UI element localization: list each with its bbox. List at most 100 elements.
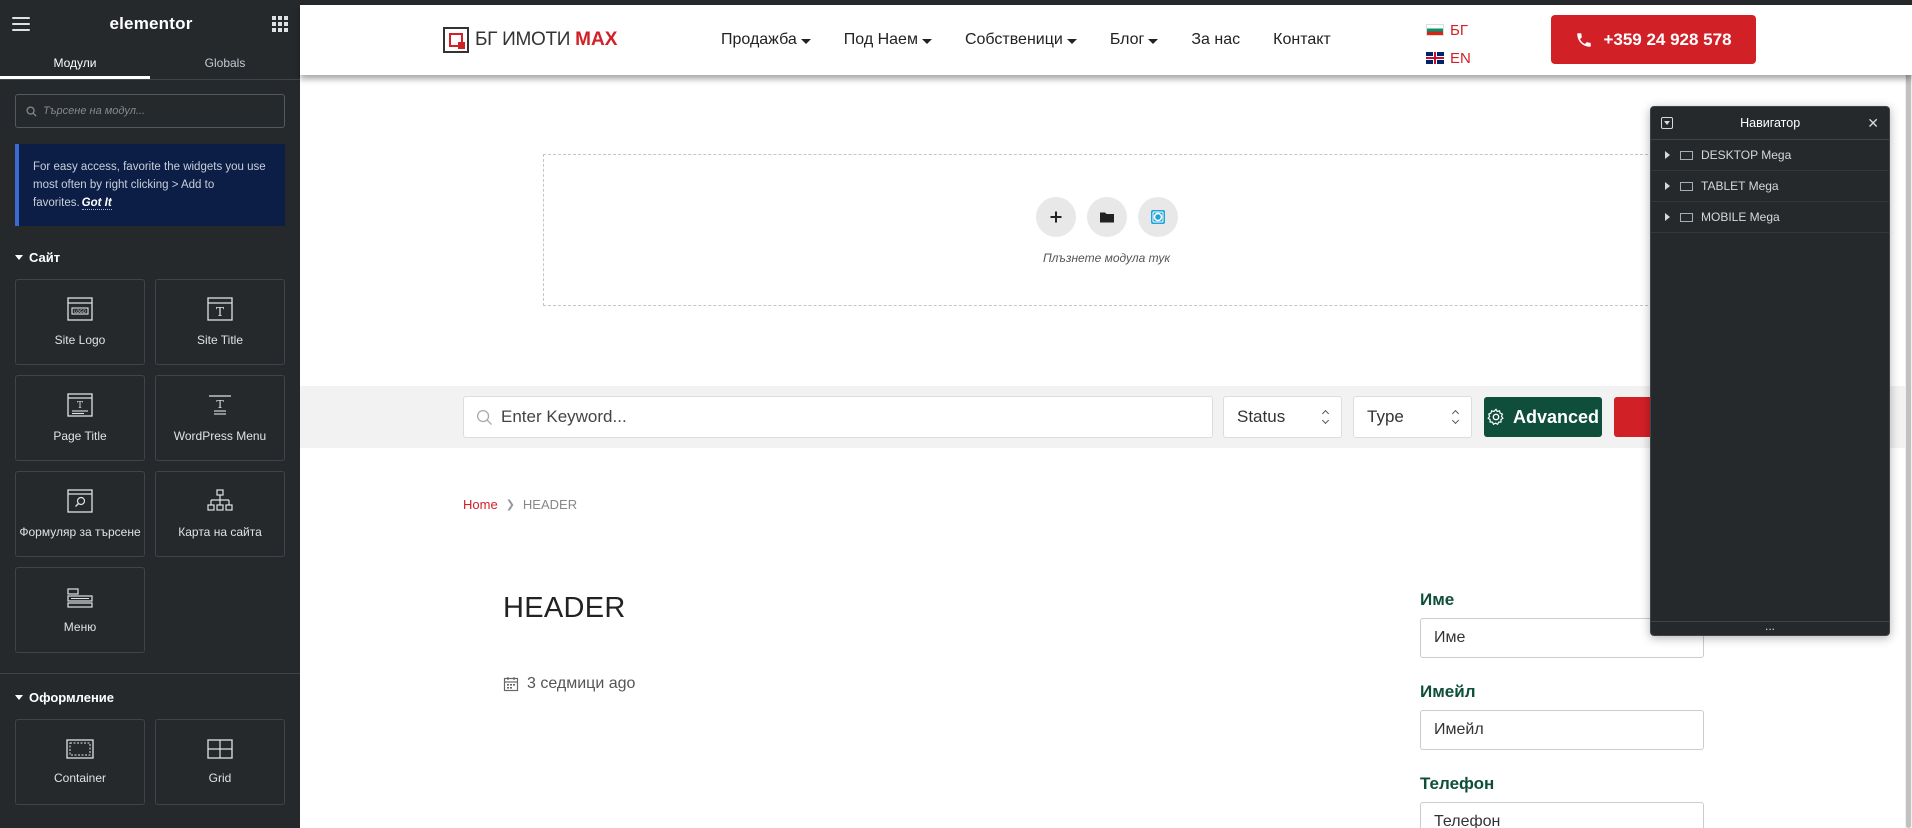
got-it-link[interactable]: Got It	[81, 197, 112, 210]
navigator-header[interactable]: Навигатор ✕	[1651, 107, 1889, 140]
folder-icon	[1100, 212, 1114, 223]
category-layout-toggle[interactable]: Оформление	[15, 690, 285, 705]
svg-text:LOGO: LOGO	[74, 309, 85, 314]
language-switcher: БГ EN	[1426, 16, 1471, 72]
search-icon	[26, 105, 37, 117]
caret-right-icon	[1665, 151, 1670, 159]
tab-globals[interactable]: Globals	[150, 48, 300, 79]
navigator-resize-handle[interactable]: ...	[1651, 620, 1889, 635]
navigator-title: Навигатор	[1740, 116, 1801, 130]
wordpress-menu-icon: T	[209, 395, 231, 415]
widget-label: Меню	[63, 620, 97, 634]
dropzone-hint: Плъзнете модула тук	[1042, 251, 1171, 265]
svg-text:T: T	[216, 398, 224, 411]
panel-header: elementor	[0, 0, 300, 48]
category-title: Оформление	[29, 690, 115, 705]
caret-down-icon	[1148, 38, 1159, 44]
type-select[interactable]: Type	[1353, 396, 1472, 438]
nav-label: Собственици	[964, 31, 1063, 48]
nav-item-blog[interactable]: Блог	[1110, 31, 1159, 49]
svg-text:T: T	[216, 305, 224, 319]
lang-en[interactable]: EN	[1426, 44, 1471, 72]
widget-container[interactable]: Container	[15, 719, 145, 805]
keyword-field	[463, 396, 1213, 438]
nav-label: Контакт	[1273, 31, 1331, 48]
nav-label: Под Наем	[843, 31, 918, 48]
apps-grid-icon[interactable]	[272, 16, 288, 32]
phone-icon	[1577, 32, 1592, 47]
nav-item-contact[interactable]: Контакт	[1273, 31, 1331, 49]
canvas-scrollbar[interactable]	[1905, 5, 1912, 828]
post-date-text: 3 седмици ago	[527, 675, 636, 692]
breadcrumb-current: HEADER	[522, 497, 578, 512]
widget-label: Site Logo	[54, 333, 106, 347]
widget-site-title[interactable]: T Site Title	[155, 279, 285, 365]
widget-grid[interactable]: Grid	[155, 719, 285, 805]
status-select[interactable]: Status	[1223, 396, 1342, 438]
navigator-item-mobile[interactable]: MOBILE Mega	[1651, 202, 1889, 233]
updown-arrows-icon	[1451, 409, 1460, 425]
phone-field[interactable]	[1420, 802, 1704, 828]
widget-label: WordPress Menu	[173, 429, 267, 443]
widget-search-input[interactable]	[43, 105, 273, 117]
container-icon	[1680, 150, 1693, 160]
nav-item-owners[interactable]: Собственици	[965, 31, 1077, 49]
category-site-toggle[interactable]: Сайт	[15, 250, 285, 265]
caret-right-icon	[1665, 182, 1670, 190]
caret-down-icon	[15, 695, 23, 700]
phone-button[interactable]: +359 24 928 578	[1551, 15, 1756, 64]
elementor-logo: elementor	[109, 14, 193, 33]
breadcrumb-home[interactable]: Home	[463, 497, 498, 512]
keyword-input[interactable]	[501, 407, 1181, 427]
navigator-item-label: MOBILE Mega	[1701, 210, 1780, 224]
scrollbar-thumb[interactable]	[1906, 5, 1911, 828]
page-title-icon: T	[67, 393, 93, 417]
hamburger-menu-icon[interactable]	[12, 17, 30, 31]
widget-wordpress-menu[interactable]: T WordPress Menu	[155, 375, 285, 461]
nav-item-about[interactable]: За нас	[1191, 31, 1240, 49]
panel-tabs: Модули Globals	[0, 48, 300, 80]
nav-item-rent[interactable]: Под Наем	[844, 31, 932, 49]
lang-code: БГ	[1450, 21, 1468, 39]
category-title: Сайт	[29, 250, 61, 265]
close-icon[interactable]: ✕	[1867, 116, 1879, 130]
updown-arrows-icon	[1321, 409, 1330, 425]
widget-label: Site Title	[196, 333, 244, 347]
add-template-button[interactable]	[1087, 197, 1127, 237]
caret-down-icon	[800, 38, 811, 44]
widget-sitemap[interactable]: Карта на сайта	[155, 471, 285, 557]
svg-text:T: T	[77, 401, 83, 411]
phone-number: +359 24 928 578	[1603, 29, 1732, 49]
widget-menu[interactable]: Меню	[15, 567, 145, 653]
site-logo[interactable]: БГ ИМОТИ MAX	[443, 27, 617, 53]
add-section-button[interactable]	[1036, 197, 1076, 237]
ai-builder-button[interactable]	[1138, 197, 1178, 237]
widget-label: Формуляр за търсене	[19, 525, 141, 539]
nav-label: За нас	[1191, 31, 1241, 48]
navigator-item-label: TABLET Mega	[1701, 179, 1779, 193]
email-field[interactable]	[1420, 710, 1704, 750]
nav-label: Продажба	[721, 31, 797, 48]
widget-search-form[interactable]: Формуляр за търсене	[15, 471, 145, 557]
layout-widgets-grid: Container Grid	[15, 719, 285, 805]
widget-page-title[interactable]: T Page Title	[15, 375, 145, 461]
logo-text: БГ ИМОТИ	[475, 29, 571, 50]
status-select-label: Status	[1237, 407, 1286, 426]
search-icon	[476, 409, 493, 425]
advanced-search-button[interactable]: Advanced	[1484, 397, 1602, 437]
breadcrumb: Home ❯ HEADER	[463, 497, 577, 512]
widget-site-logo[interactable]: LOGO Site Logo	[15, 279, 145, 365]
collapse-all-icon[interactable]	[1661, 117, 1673, 129]
navigator-item-tablet[interactable]: TABLET Mega	[1651, 171, 1889, 202]
lang-bg[interactable]: БГ	[1426, 16, 1471, 44]
container-icon	[1680, 212, 1693, 222]
drop-zone[interactable]: Плъзнете модула тук	[543, 154, 1668, 306]
navigator-item-desktop[interactable]: DESKTOP Mega	[1651, 140, 1889, 171]
caret-right-icon	[1665, 213, 1670, 221]
site-header: БГ ИМОТИ MAX Продажба Под Наем Собствени…	[300, 5, 1912, 75]
nav-item-sale[interactable]: Продажба	[721, 31, 811, 49]
gear-icon	[1487, 408, 1504, 426]
phone-label: Телефон	[1420, 774, 1495, 793]
ai-builder-icon	[1151, 210, 1165, 224]
tab-modules[interactable]: Модули	[0, 48, 150, 79]
